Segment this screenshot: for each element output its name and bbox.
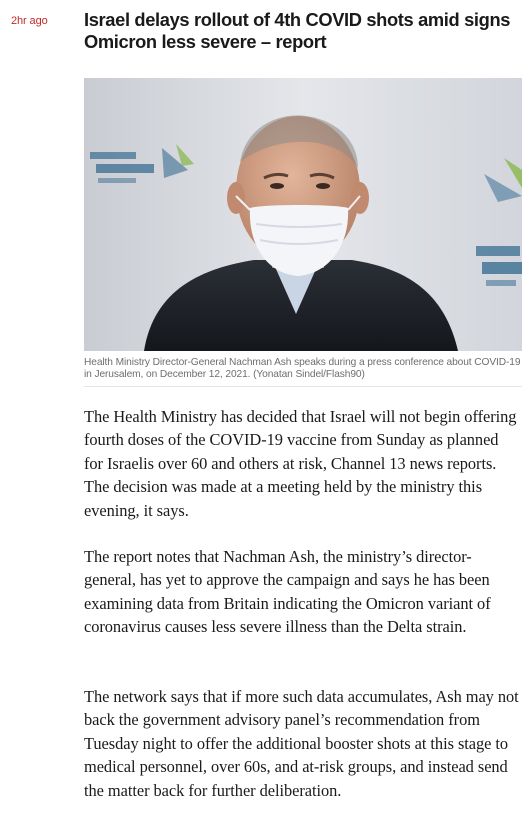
photo-caption: Health Ministry Director-General Nachman… (84, 357, 521, 380)
body-paragraph-3: The network says that if more such data … (84, 687, 519, 800)
caption-divider (84, 386, 522, 387)
post-photo (84, 78, 522, 351)
body-paragraph-2: The report notes that Nachman Ash, the m… (84, 547, 491, 637)
press-conference-illustration (84, 78, 522, 351)
body-paragraph-1: The Health Ministry has decided that Isr… (84, 407, 517, 520)
post-timestamp[interactable]: 2hr ago (11, 15, 48, 27)
post-headline[interactable]: Israel delays rollout of 4th COVID shots… (84, 9, 514, 53)
